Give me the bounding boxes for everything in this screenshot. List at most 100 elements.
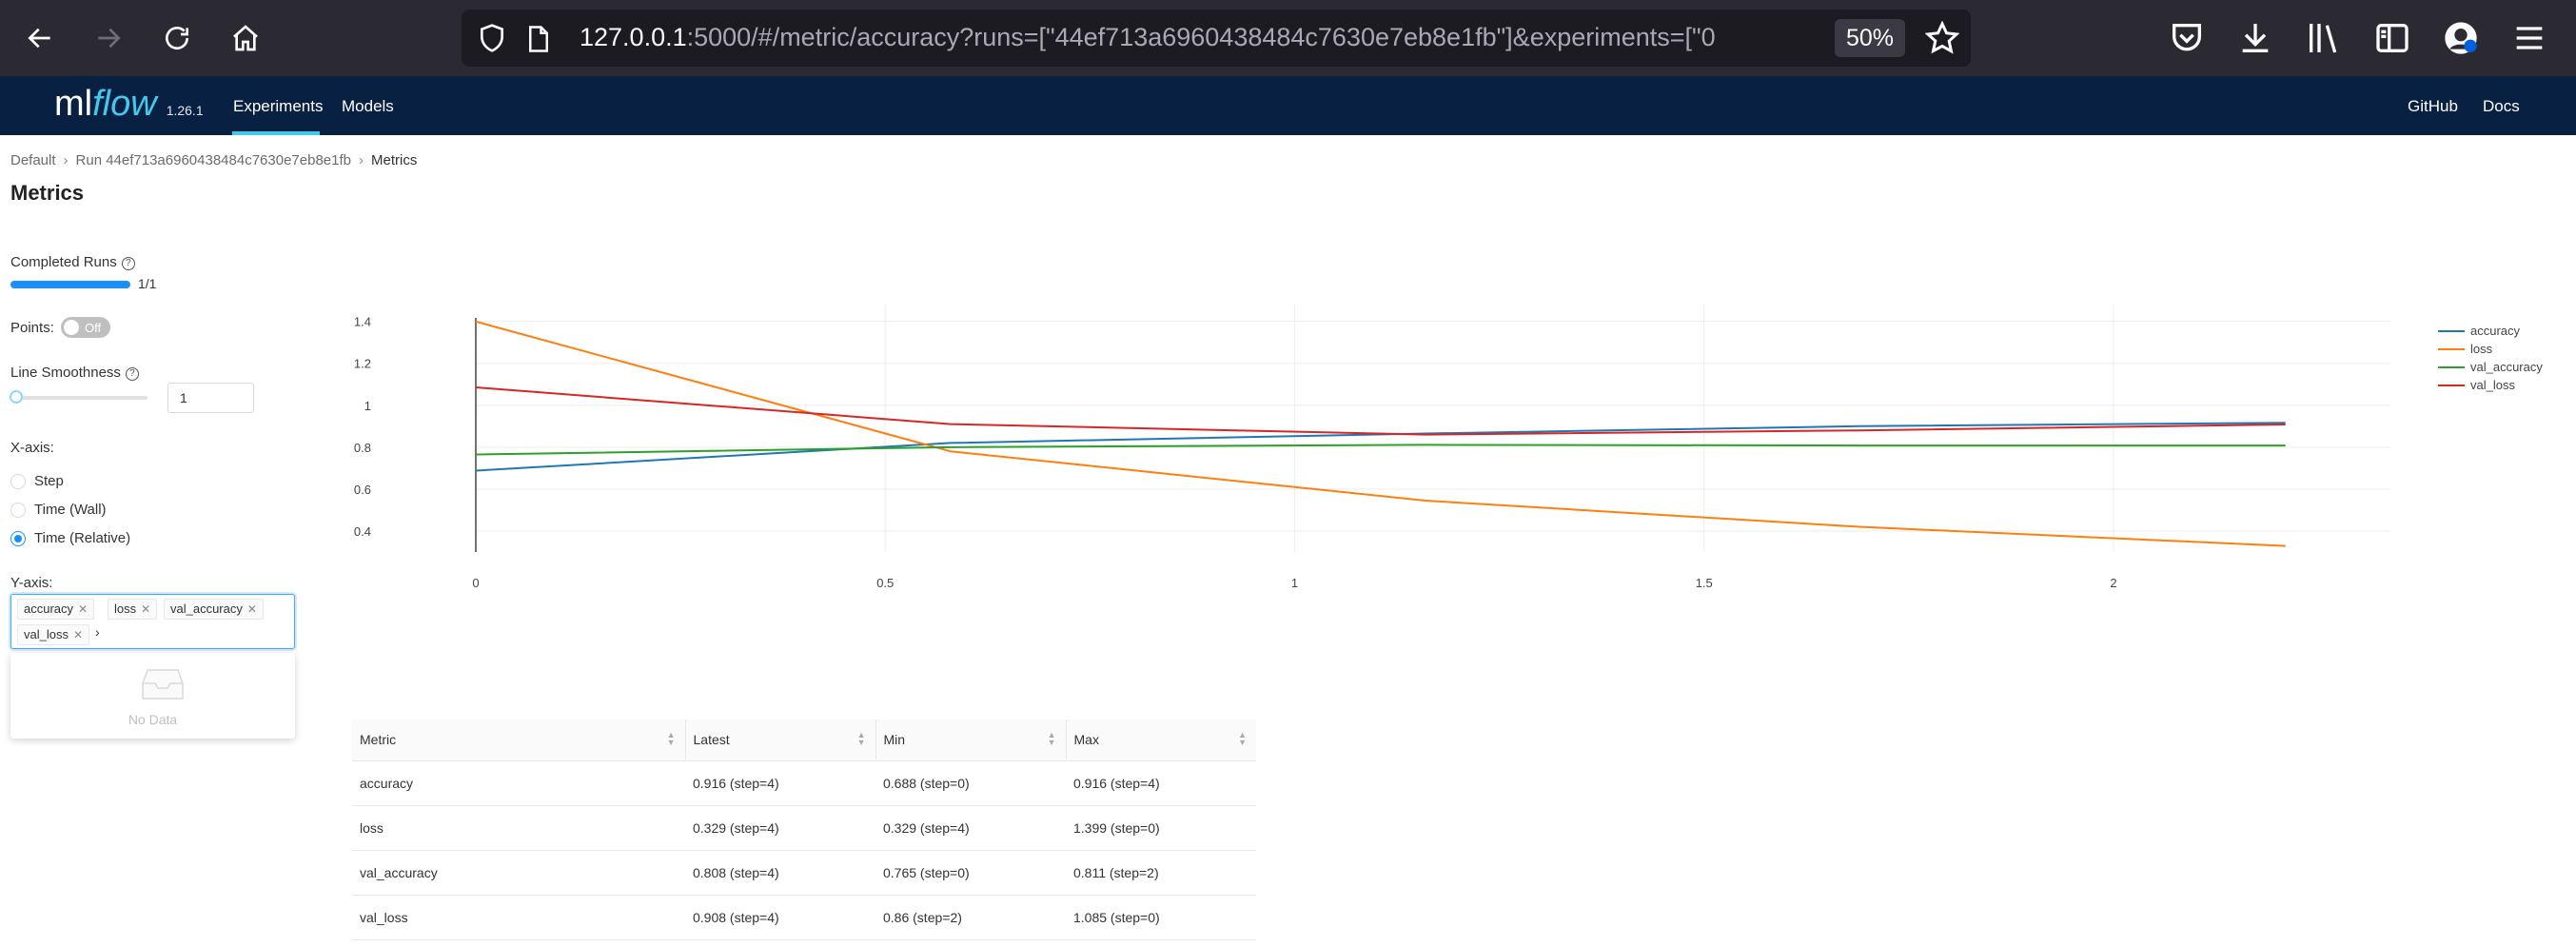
smoothness-input[interactable]	[167, 383, 254, 413]
breadcrumb-run[interactable]: Run 44ef713a6960438484c7630e7eb8e1fb	[76, 152, 351, 168]
reload-icon[interactable]	[156, 17, 198, 59]
table-cell: 0.329 (step=4)	[875, 805, 1066, 851]
close-icon[interactable]: ✕	[78, 602, 88, 616]
radio-checked-icon[interactable]	[10, 530, 26, 546]
completed-runs-count: 1/1	[138, 276, 157, 291]
table-row: val_accuracy 0.808 (step=4) 0.765 (step=…	[352, 850, 1256, 896]
account-icon[interactable]	[2442, 19, 2480, 57]
xaxis-option-step[interactable]: Step	[10, 473, 64, 489]
completed-runs-text: Completed Runs	[10, 254, 117, 270]
logo-flow: flow	[92, 84, 157, 124]
sort-icon[interactable]: ▲ ▼	[857, 731, 866, 747]
legend-item-loss[interactable]: loss	[2438, 342, 2492, 356]
xaxis-label: X-axis:	[10, 440, 54, 456]
y-tick-label: 1.2	[354, 357, 371, 371]
line-smoothness-text: Line Smoothness	[10, 365, 121, 381]
breadcrumb-current: Metrics	[370, 152, 418, 168]
radio-icon[interactable]	[10, 502, 26, 518]
table-cell: 0.688 (step=0)	[875, 760, 1066, 806]
legend-item-accuracy[interactable]: accuracy	[2438, 324, 2520, 338]
completed-runs-progress	[10, 281, 130, 288]
legend-swatch	[2438, 329, 2465, 332]
library-icon[interactable]	[2305, 19, 2343, 57]
page-title: Metrics	[10, 181, 85, 205]
menu-icon[interactable]	[2510, 19, 2548, 57]
yaxis-multiselect[interactable]: accuracy ✕ loss ✕ val_accuracy ✕ val_loss ✕ …	[10, 594, 295, 649]
xaxis-option-time-relative[interactable]: Time (Relative)	[10, 530, 130, 546]
legend-item-val_loss[interactable]: val_loss	[2438, 378, 2515, 392]
legend-label: val_accuracy	[2470, 360, 2543, 374]
docs-link[interactable]: Docs	[2483, 97, 2520, 116]
column-header-metric[interactable]: Metric ▲ ▼	[352, 720, 686, 761]
table-cell: 1.085 (step=0)	[1066, 895, 1256, 940]
table-cell: val_accuracy	[352, 850, 685, 896]
y-tick-label: 1	[364, 399, 371, 413]
x-tick-label: 1.5	[1696, 576, 1713, 590]
completed-runs-label: Completed Runs?	[10, 254, 135, 270]
smoothness-slider[interactable]	[14, 396, 147, 400]
logo-ml: ml	[54, 84, 93, 124]
column-header-min[interactable]: Min ▲ ▼	[875, 720, 1067, 761]
table-cell: 0.808 (step=4)	[685, 850, 875, 896]
sort-icon[interactable]: ▲ ▼	[667, 731, 676, 747]
github-link[interactable]: GitHub	[2408, 97, 2458, 116]
help-icon[interactable]: ?	[121, 257, 135, 270]
app-header: ml flow 1.26.1 Experiments Models GitHub D…	[0, 76, 2576, 135]
yaxis-dropdown: No Data	[10, 653, 295, 739]
browser-toolbar: 127.0.0.1:5000/#/metric/accuracy?runs=["…	[0, 0, 2576, 76]
sort-icon[interactable]: ▲ ▼	[1238, 731, 1247, 747]
chevron-right-icon: ›	[63, 152, 69, 168]
legend-item-val_accuracy[interactable]: val_accuracy	[2438, 360, 2543, 374]
x-tick-label: 1	[1291, 576, 1298, 590]
column-label: Metric	[360, 732, 397, 748]
smoothness-slider-handle[interactable]	[10, 390, 23, 404]
toggle-knob	[64, 320, 79, 335]
legend-label: val_loss	[2470, 378, 2515, 392]
table-cell: 0.811 (step=2)	[1066, 850, 1256, 896]
table-cell: 0.765 (step=0)	[875, 850, 1066, 896]
sidebar-icon[interactable]	[2373, 19, 2411, 57]
column-header-latest[interactable]: Latest ▲ ▼	[685, 720, 876, 761]
home-icon[interactable]	[225, 17, 266, 59]
sort-icon[interactable]: ▲ ▼	[1048, 731, 1056, 747]
empty-inbox-icon	[142, 669, 184, 700]
pocket-icon[interactable]	[2168, 19, 2206, 57]
close-icon[interactable]: ✕	[73, 628, 83, 641]
forward-icon[interactable]	[88, 17, 129, 59]
tag-label: loss	[114, 602, 137, 616]
url-text[interactable]: 127.0.0.1:5000/#/metric/accuracy?runs=["…	[580, 23, 1817, 55]
close-icon[interactable]: ✕	[247, 602, 257, 616]
tag-label: val_loss	[24, 627, 69, 641]
xaxis-option-time-wall[interactable]: Time (Wall)	[10, 502, 107, 518]
legend-swatch	[2438, 384, 2465, 386]
nav-active-indicator	[232, 131, 320, 135]
help-icon[interactable]: ?	[125, 367, 139, 381]
yaxis-tag: accuracy ✕	[17, 599, 95, 620]
nav-models[interactable]: Models	[342, 97, 394, 116]
column-header-max[interactable]: Max ▲ ▼	[1066, 720, 1256, 761]
mlflow-logo[interactable]: ml flow 1.26.1	[54, 84, 204, 128]
page-icon	[529, 26, 548, 52]
legend-swatch	[2438, 365, 2465, 368]
metrics-line-chart[interactable]: 0.4 0.6 0.8 1 1.2 1.4 0 0.5 1 1.5 2	[324, 305, 2436, 609]
bookmark-star-icon[interactable]	[1925, 21, 1959, 55]
table-row: val_loss 0.908 (step=4) 0.86 (step=2) 1.…	[352, 895, 1256, 940]
address-bar[interactable]: 127.0.0.1:5000/#/metric/accuracy?runs=["…	[462, 10, 1971, 67]
breadcrumb-experiment[interactable]: Default	[10, 152, 56, 168]
tag-label: val_accuracy	[170, 602, 243, 616]
table-row: loss 0.329 (step=4) 0.329 (step=4) 1.399…	[352, 805, 1256, 851]
shield-icon[interactable]	[477, 23, 507, 53]
url-path: :5000/#/metric/accuracy?runs=["44ef713a6…	[686, 23, 1716, 51]
download-icon[interactable]	[2236, 19, 2274, 57]
close-icon[interactable]: ✕	[141, 602, 150, 616]
nav-experiments[interactable]: Experiments	[233, 97, 323, 116]
radio-icon[interactable]	[10, 473, 26, 489]
series-line-val_loss	[475, 386, 2286, 436]
points-toggle[interactable]: Off	[61, 317, 110, 338]
back-icon[interactable]	[19, 17, 61, 59]
table-cell: 0.916 (step=4)	[685, 760, 875, 806]
yaxis-label: Y-axis:	[10, 575, 53, 591]
table-cell: val_loss	[352, 895, 685, 940]
zoom-level-button[interactable]: 50%	[1835, 19, 1905, 57]
table-cell: 0.86 (step=2)	[875, 895, 1066, 940]
